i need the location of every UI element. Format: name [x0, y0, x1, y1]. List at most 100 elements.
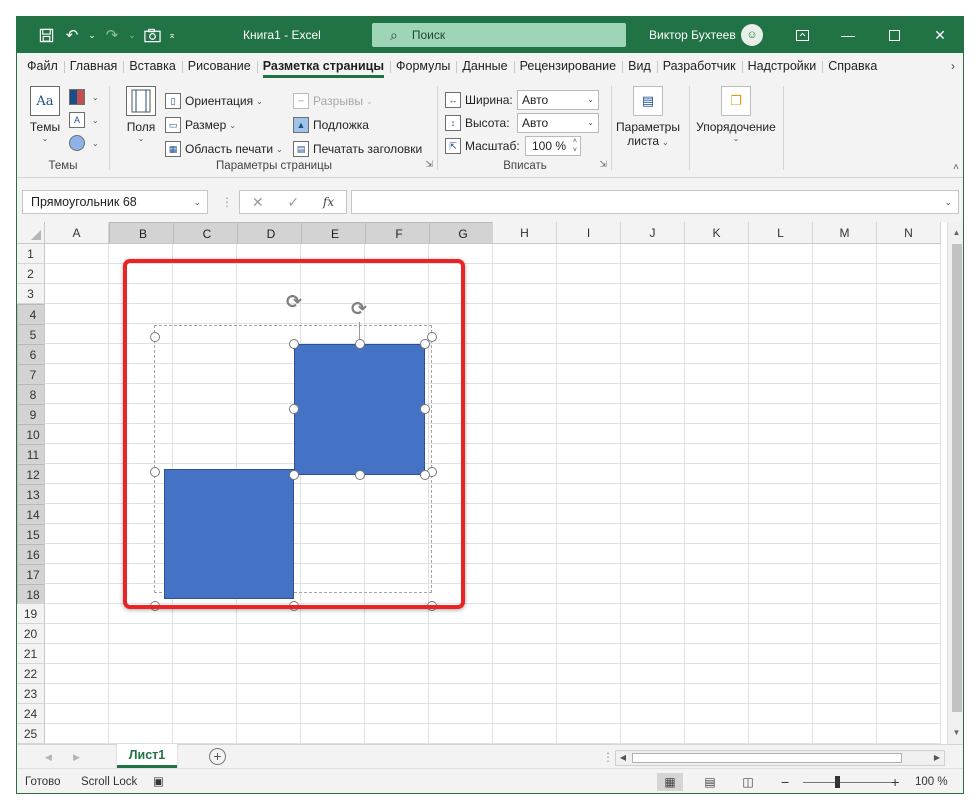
theme-fonts-button[interactable]: A ⌄ — [69, 109, 99, 131]
tab-help[interactable]: Справка — [822, 53, 883, 80]
close-icon[interactable]: ✕ — [917, 17, 963, 53]
tab-home[interactable]: Главная — [63, 53, 124, 80]
row-header[interactable]: 12 — [17, 464, 45, 484]
page-setup-launcher-icon[interactable]: ⇲ — [425, 159, 433, 170]
height-select[interactable]: Авто ⌄ — [517, 113, 599, 133]
tab-addins[interactable]: Надстройки — [741, 53, 823, 80]
row-header[interactable]: 24 — [17, 704, 45, 724]
scroll-right-icon[interactable]: ▶ — [930, 751, 944, 765]
row-header[interactable]: 22 — [17, 664, 45, 684]
cancel-icon[interactable]: ✕ — [252, 194, 264, 211]
row-header[interactable]: 10 — [17, 424, 45, 444]
camera-icon[interactable] — [139, 17, 165, 53]
scale-to-fit-launcher-icon[interactable]: ⇲ — [599, 159, 607, 170]
column-header[interactable]: G — [429, 222, 493, 244]
undo-dropdown-icon[interactable]: ⌄ — [85, 17, 99, 53]
scale-spinner[interactable]: 100 % ˄ ˅ — [525, 136, 581, 156]
tab-view[interactable]: Вид — [622, 53, 657, 80]
row-header[interactable]: 15 — [17, 524, 45, 544]
tab-data[interactable]: Данные — [456, 53, 513, 80]
tab-insert[interactable]: Вставка — [123, 53, 181, 80]
sheet-tab-active[interactable]: Лист1 — [117, 744, 177, 768]
width-select[interactable]: Авто ⌄ — [517, 90, 599, 110]
row-header[interactable]: 1 — [17, 244, 45, 264]
row-header[interactable]: 4 — [17, 304, 45, 324]
margins-button[interactable]: Поля ⌄ — [123, 86, 159, 143]
tab-developer[interactable]: Разработчик — [656, 53, 742, 80]
row-header[interactable]: 16 — [17, 544, 45, 564]
prev-sheet-icon[interactable]: ◀ — [45, 745, 52, 769]
breaks-button[interactable]: ┅ Разрывы ⌄ — [293, 90, 373, 112]
row-header[interactable]: 21 — [17, 644, 45, 664]
ribbon-display-options-icon[interactable] — [779, 17, 825, 53]
user-name[interactable]: Виктор Бухтеев — [649, 17, 736, 53]
vertical-scrollbar[interactable]: ▲ ▼ — [947, 222, 963, 744]
tabs-scroll-right-icon[interactable]: › — [951, 53, 955, 80]
maximize-icon[interactable] — [871, 17, 917, 53]
column-header[interactable]: J — [621, 222, 685, 244]
row-header[interactable]: 5 — [17, 324, 45, 344]
column-header[interactable]: I — [557, 222, 621, 244]
worksheet-grid[interactable]: ABCDEFGHIJKLMN 1 2 3 4 5 6 7 8 9 10 11 12 13 14 15 16 17… — [17, 222, 963, 744]
column-header[interactable]: H — [493, 222, 557, 244]
column-header[interactable]: K — [685, 222, 749, 244]
row-header[interactable]: 3 — [17, 284, 45, 304]
row-header[interactable]: 11 — [17, 444, 45, 464]
tab-review[interactable]: Рецензирование — [513, 53, 623, 80]
column-header[interactable]: B — [109, 222, 173, 244]
formula-bar-grip[interactable]: ⋮ — [221, 190, 233, 214]
tab-file[interactable]: Файл — [21, 53, 64, 80]
background-button[interactable]: ▲ Подложка — [293, 114, 369, 136]
column-header[interactable]: D — [237, 222, 301, 244]
column-header[interactable]: C — [173, 222, 237, 244]
scroll-down-icon[interactable]: ▼ — [948, 725, 963, 741]
theme-effects-button[interactable]: ⌄ — [69, 132, 99, 154]
redo-icon[interactable]: ↷ — [99, 17, 125, 53]
row-header[interactable]: 7 — [17, 364, 45, 384]
column-header[interactable]: L — [749, 222, 813, 244]
zoom-slider[interactable] — [803, 782, 899, 783]
row-header[interactable]: 9 — [17, 404, 45, 424]
size-button[interactable]: ▭ Размер ⌄ — [165, 114, 236, 136]
row-header[interactable]: 25 — [17, 724, 45, 744]
redo-dropdown-icon[interactable]: ⌄ — [125, 17, 139, 53]
scroll-up-icon[interactable]: ▲ — [948, 225, 963, 241]
column-header[interactable]: E — [301, 222, 365, 244]
tab-draw[interactable]: Рисование — [181, 53, 257, 80]
column-header[interactable]: M — [813, 222, 877, 244]
row-header[interactable]: 14 — [17, 504, 45, 524]
zoom-in-icon[interactable]: + — [891, 769, 899, 793]
vertical-scroll-thumb[interactable] — [952, 244, 962, 712]
sheet-options-button[interactable]: ▤ Параметры листа ⌄ — [615, 86, 681, 148]
minimize-icon[interactable]: — — [825, 17, 871, 53]
page-layout-view-icon[interactable]: ▤ — [697, 773, 723, 791]
formula-input[interactable]: ⌄ — [351, 190, 959, 214]
row-header[interactable]: 18 — [17, 584, 45, 604]
horizontal-scrollbar[interactable]: ◀ ▶ — [615, 750, 945, 766]
avatar[interactable]: ☺ — [741, 24, 763, 46]
add-sheet-icon[interactable]: + — [209, 748, 226, 765]
customize-qat-icon[interactable]: ⌅ — [165, 17, 179, 53]
orientation-button[interactable]: ▯ Ориентация ⌄ — [165, 90, 263, 112]
print-titles-button[interactable]: ▤ Печатать заголовки — [293, 138, 422, 160]
search-box[interactable]: ⌕ Поиск — [372, 23, 626, 47]
zoom-out-icon[interactable]: − — [781, 769, 789, 793]
save-icon[interactable] — [33, 17, 59, 53]
row-header[interactable]: 2 — [17, 264, 45, 284]
page-break-preview-icon[interactable]: ◫ — [735, 773, 761, 791]
column-header[interactable]: N — [877, 222, 941, 244]
column-header[interactable]: F — [365, 222, 429, 244]
row-header[interactable]: 20 — [17, 624, 45, 644]
row-header[interactable]: 23 — [17, 684, 45, 704]
row-header[interactable]: 13 — [17, 484, 45, 504]
zoom-level[interactable]: 100 % — [915, 769, 948, 793]
row-header[interactable]: 6 — [17, 344, 45, 364]
macro-recording-icon[interactable]: ▣ — [153, 769, 164, 793]
arrange-button[interactable]: ❐ Упорядочение ⌄ — [693, 86, 779, 143]
horizontal-scroll-thumb[interactable] — [632, 753, 902, 763]
print-area-button[interactable]: ▦ Область печати ⌄ — [165, 138, 283, 160]
enter-icon[interactable]: ✓ — [287, 194, 299, 211]
zoom-slider-thumb[interactable] — [835, 776, 840, 788]
tab-formulas[interactable]: Формулы — [390, 53, 456, 80]
tab-page-layout[interactable]: Разметка страницы — [256, 53, 390, 80]
